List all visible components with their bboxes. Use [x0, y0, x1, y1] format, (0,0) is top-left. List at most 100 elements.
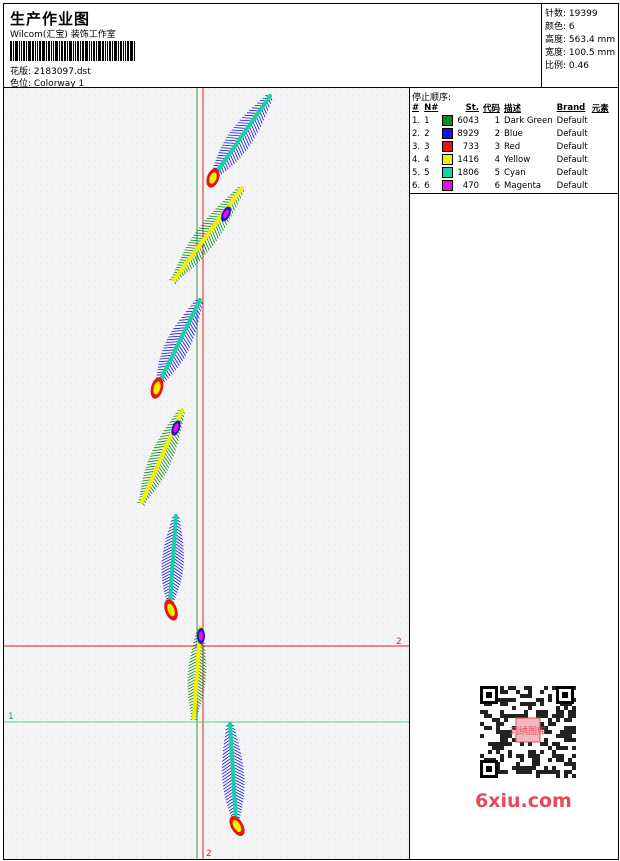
qr-module — [528, 686, 532, 690]
qr-module — [572, 706, 576, 710]
qr-module — [568, 762, 572, 766]
qr-module — [544, 714, 548, 718]
stat-height: 高度: 563.4 mm — [545, 32, 615, 45]
row-code: 4 — [494, 154, 501, 165]
qr-module — [556, 742, 560, 746]
qr-module — [572, 774, 576, 778]
row-brand: Default — [556, 167, 588, 178]
qr-module — [500, 758, 504, 762]
row-stitches: 1806 — [457, 167, 480, 178]
qr-module — [552, 750, 556, 754]
qr-image: 刺绣图库 — [480, 686, 576, 778]
row-description: Magenta — [504, 180, 542, 191]
marker-2-right: 2 — [396, 637, 402, 647]
qr-module — [500, 734, 504, 738]
barcode-bar — [21, 41, 22, 61]
qr-module — [528, 702, 532, 706]
qr-module — [496, 742, 500, 746]
qr-module — [488, 750, 492, 754]
qr-module — [504, 770, 508, 774]
qr-module — [548, 718, 552, 722]
qr-module — [572, 738, 576, 742]
barcode-bar — [75, 41, 76, 61]
row-brand: Default — [556, 141, 588, 152]
barcode-bar — [120, 41, 122, 61]
table-header: # N# St. 代码 描述 Brand 元素 — [410, 101, 611, 114]
row-element — [590, 127, 611, 140]
row-brand: Default — [556, 154, 588, 165]
barcode-bar — [134, 41, 135, 61]
qr-module — [512, 686, 516, 690]
row-number: 6 — [424, 180, 430, 191]
table-row: 6. 6 470 6 Magenta Default — [410, 179, 611, 192]
qr-module — [560, 734, 564, 738]
barcode-bar — [67, 41, 68, 61]
qr-module — [568, 734, 572, 738]
row-code: 5 — [494, 167, 501, 178]
qr-module — [540, 770, 544, 774]
qr-module — [532, 754, 536, 758]
feather-6-eye-inner — [198, 631, 204, 641]
qr-module — [556, 734, 560, 738]
row-description: Dark Green — [504, 115, 553, 126]
row-number: 5 — [424, 167, 430, 178]
studio-name: Wilcom(汇宝) 装饰工作室 — [10, 30, 116, 40]
row-swatch — [440, 127, 455, 140]
qr-module — [496, 718, 500, 722]
qr-module — [524, 694, 528, 698]
qr-module — [524, 710, 528, 714]
qr-module — [500, 754, 504, 758]
row-stitches: 1416 — [457, 154, 480, 165]
qr-module — [532, 758, 536, 762]
design-canvas[interactable]: 1 2 2 — [3, 87, 410, 860]
qr-module — [520, 714, 524, 718]
table-row: 5. 5 1806 5 Cyan Default — [410, 166, 611, 179]
row-description: Blue — [504, 128, 523, 139]
qr-module — [524, 686, 528, 690]
qr-module — [556, 746, 560, 750]
row-number: 4 — [424, 154, 430, 165]
row-element — [590, 179, 611, 192]
barcode-bar — [109, 41, 111, 61]
qr-module — [528, 742, 532, 746]
barcode-bar — [19, 41, 20, 61]
row-code: 3 — [494, 141, 501, 152]
stat-value: 0.46 — [568, 61, 589, 71]
qr-module — [564, 730, 568, 734]
qr-module — [528, 690, 532, 694]
qr-module — [536, 710, 540, 714]
barcode-bar — [96, 41, 97, 61]
qr-module — [560, 714, 564, 718]
qr-module — [572, 762, 576, 766]
qr-module — [516, 754, 520, 758]
col-brand: Brand — [556, 102, 586, 113]
barcode-bar — [42, 41, 45, 61]
barcode-bar — [64, 41, 66, 61]
page-title: 生产作业图 — [10, 10, 91, 28]
qr-module — [540, 742, 544, 746]
stats-panel: 针数: 19399 颜色: 6 高度: 563.4 mm 宽度: 100.5 m… — [541, 3, 619, 88]
qr-module — [512, 766, 516, 770]
qr-module — [572, 746, 576, 750]
qr-module — [520, 694, 524, 698]
qr-module — [572, 754, 576, 758]
qr-module — [568, 718, 572, 722]
qr-module — [568, 758, 572, 762]
qr-module — [528, 706, 532, 710]
qr-module — [508, 686, 512, 690]
qr-module — [544, 710, 548, 714]
qr-module — [524, 702, 528, 706]
qr-module — [528, 766, 532, 770]
qr-module — [540, 690, 544, 694]
qr-module — [540, 722, 544, 726]
barcode-bar — [130, 41, 133, 61]
qr-module — [492, 718, 496, 722]
row-description: Yellow — [504, 154, 531, 165]
stop-sequence-table: # N# St. 代码 描述 Brand 元素 1. 1 6043 1 Dark Gre… — [410, 101, 611, 192]
qr-module — [544, 770, 548, 774]
barcode-bar — [102, 41, 104, 61]
row-index: 1. — [412, 115, 421, 126]
barcode-bar — [105, 41, 106, 61]
qr-module — [496, 726, 500, 730]
row-code: 6 — [494, 180, 501, 191]
